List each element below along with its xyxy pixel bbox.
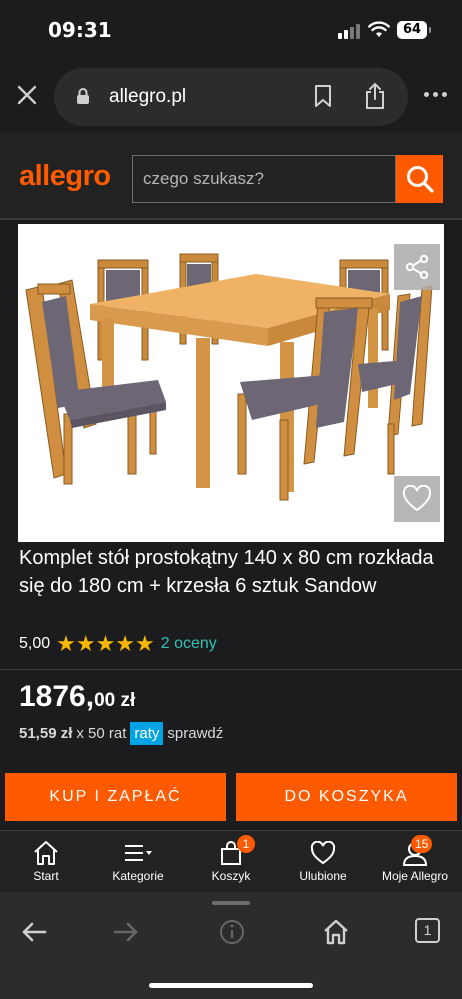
tabs-button[interactable]: 1 — [415, 918, 440, 943]
search-box — [132, 155, 396, 203]
search-icon — [406, 166, 434, 193]
cart-badge: 1 — [237, 835, 255, 853]
product-price: 1876,00 zł — [19, 680, 135, 714]
tabs-count: 1 — [423, 922, 432, 938]
home-icon[interactable] — [322, 918, 350, 946]
furniture-illustration — [25, 253, 433, 501]
address-bar[interactable]: allegro.pl — [54, 68, 408, 126]
price-cents: 00 zł — [94, 690, 136, 711]
account-badge: 15 — [411, 835, 433, 853]
home-indicator — [149, 983, 313, 988]
bookmark-icon[interactable] — [314, 84, 332, 108]
status-bar: 09:31 64 — [0, 0, 462, 62]
favorite-button[interactable] — [394, 476, 440, 522]
search-input[interactable] — [133, 156, 395, 202]
battery-indicator: 64 — [397, 21, 431, 39]
site-header: allegro — [0, 132, 462, 220]
bottom-navigation: Start Kategorie 1 Koszyk Ulubione 15 Moj… — [0, 830, 462, 892]
price-main: 1876, — [19, 680, 95, 713]
product-image[interactable] — [18, 224, 444, 542]
divider — [0, 669, 462, 670]
url-text: allegro.pl — [109, 86, 187, 107]
nav-moje-allegro[interactable]: 15 Moje Allegro — [370, 835, 460, 883]
nav-ulubione-label: Ulubione — [299, 869, 347, 883]
product-content: Komplet stół prostokątny 140 x 80 cm roz… — [0, 222, 462, 770]
menu-icon — [125, 845, 152, 861]
share-icon[interactable] — [364, 82, 386, 110]
toolbar-handle[interactable] — [212, 901, 250, 905]
share-icon — [405, 254, 429, 280]
nav-ulubione[interactable]: Ulubione — [278, 837, 368, 883]
heart-icon — [310, 841, 336, 865]
forward-arrow-icon[interactable] — [112, 918, 140, 946]
nav-moje-allegro-label: Moje Allegro — [381, 869, 449, 883]
heart-icon — [402, 485, 432, 512]
rating-row: 5,00 ★★★★★ 2 oceny — [19, 631, 217, 656]
nav-kategorie-label: Kategorie — [112, 869, 164, 883]
more-options-icon[interactable] — [424, 92, 447, 97]
installment-amount: 51,59 zł — [19, 725, 73, 742]
info-icon[interactable] — [218, 918, 246, 946]
signal-icon — [338, 24, 360, 39]
close-icon[interactable] — [14, 82, 40, 108]
browser-address-row: allegro.pl — [0, 62, 462, 132]
check-installment-link[interactable]: sprawdź — [167, 725, 223, 742]
home-icon — [34, 841, 58, 865]
nav-koszyk[interactable]: 1 Koszyk — [186, 835, 276, 883]
lock-icon — [77, 88, 89, 104]
nav-koszyk-label: Koszyk — [211, 869, 251, 883]
installment-info: 51,59 zł x 50 rat raty sprawdź — [19, 722, 223, 745]
back-arrow-icon[interactable] — [20, 918, 48, 946]
add-to-cart-button[interactable]: DO KOSZYKA — [236, 773, 457, 821]
product-title: Komplet stół prostokątny 140 x 80 cm roz… — [19, 547, 434, 597]
buy-now-button[interactable]: KUP I ZAPŁAĆ — [5, 773, 226, 821]
search-button[interactable] — [396, 155, 443, 203]
nav-start-label: Start — [33, 869, 59, 883]
share-button[interactable] — [394, 244, 440, 290]
purchase-actions: KUP I ZAPŁAĆ DO KOSZYKA — [0, 770, 462, 830]
allegro-logo[interactable]: allegro — [19, 160, 111, 193]
installment-count: x 50 rat — [76, 725, 127, 742]
nav-start[interactable]: Start — [1, 837, 91, 883]
reviews-link[interactable]: 2 oceny — [161, 635, 217, 653]
raty-badge[interactable]: raty — [130, 722, 164, 745]
status-time: 09:31 — [48, 18, 112, 42]
wifi-icon — [368, 21, 390, 37]
rating-value: 5,00 — [19, 635, 51, 652]
nav-kategorie[interactable]: Kategorie — [93, 837, 183, 883]
rating-stars: ★★★★★ — [56, 631, 155, 656]
